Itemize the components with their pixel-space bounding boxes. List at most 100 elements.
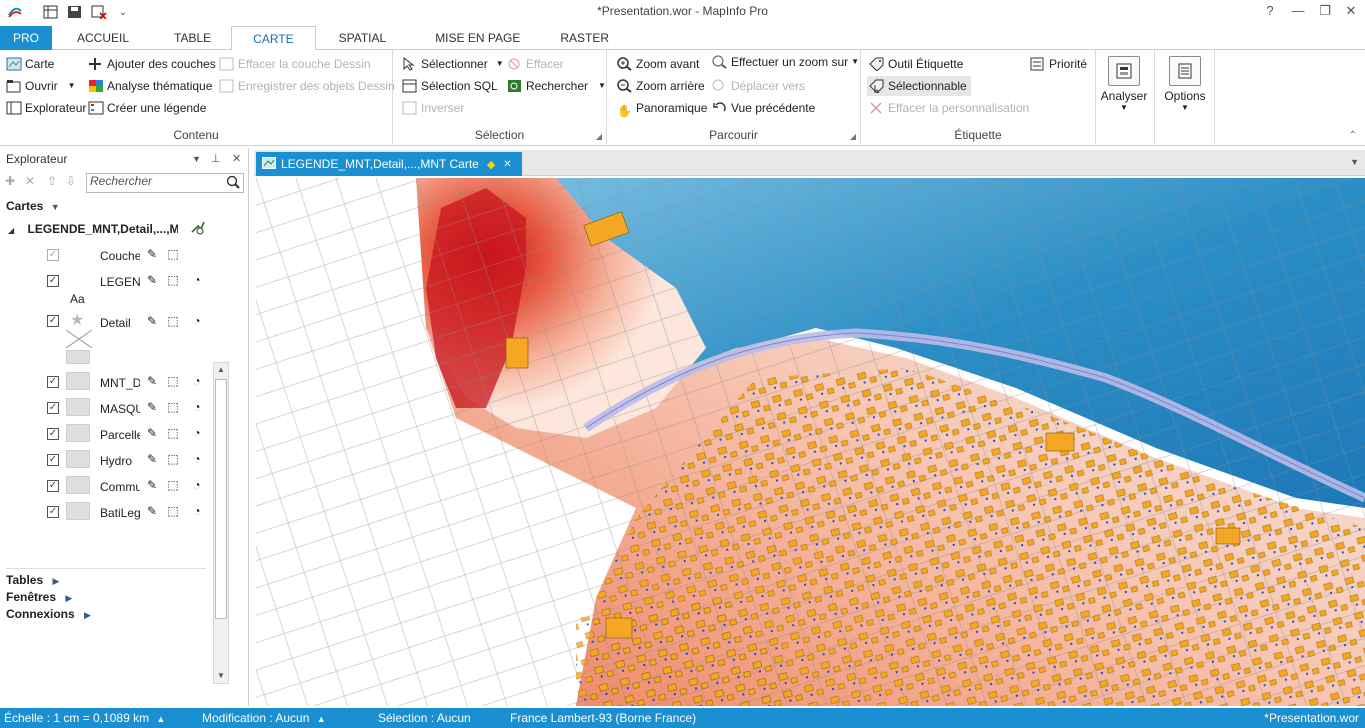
edit-pencil-icon[interactable]: ✎ [145, 374, 159, 388]
visibility-checkbox[interactable]: ✓ [47, 275, 59, 287]
edit-pencil-icon[interactable]: ✎ [145, 478, 159, 492]
close-tab-icon[interactable]: ✕ [503, 159, 511, 170]
edit-pencil-icon[interactable]: ✎ [145, 452, 159, 466]
quick-access-dropdown-icon[interactable]: ⌄ [114, 4, 132, 20]
tab-spatial[interactable]: SPATIAL [316, 26, 410, 50]
collapse-ribbon-icon[interactable]: ⌃ [1349, 130, 1357, 141]
zoom-range-icon[interactable]: ◔ [190, 426, 204, 440]
selectable-icon[interactable]: ⬚ [166, 504, 180, 518]
selectable-icon[interactable]: ⬚ [166, 374, 180, 388]
inverser-button[interactable]: Inverser [402, 98, 464, 118]
effacer-selection-button[interactable]: Effacer [507, 54, 564, 74]
layer-row[interactable]: ✓ Hydro ✎ ⬚ ◔ [0, 447, 230, 473]
visibility-checkbox[interactable]: ✓ [47, 402, 59, 414]
tab-mise-en-page[interactable]: MISE EN PAGE [409, 26, 546, 50]
analyser-button[interactable]: Analyser ▼ [1098, 56, 1150, 112]
save-icon[interactable] [66, 4, 84, 20]
selectionner-button[interactable]: Sélectionner ▼ [402, 54, 504, 74]
selectable-icon[interactable]: ⬚ [166, 426, 180, 440]
restore-button[interactable]: ❐ [1311, 3, 1339, 21]
tab-list-dropdown-icon[interactable]: ▼ [1350, 157, 1359, 167]
zoom-range-icon[interactable]: ◔ [190, 478, 204, 492]
zoom-range-icon[interactable]: ◔ [190, 400, 204, 414]
scroll-thumb[interactable] [215, 379, 227, 619]
selectable-icon[interactable]: ⬚ [166, 247, 180, 261]
help-icon[interactable]: ? [1256, 3, 1284, 21]
visibility-checkbox[interactable]: ✓ [47, 249, 59, 261]
edit-pencil-icon[interactable]: ✎ [145, 426, 159, 440]
map-canvas[interactable] [256, 178, 1365, 706]
zoom-arriere-button[interactable]: Zoom arrière [617, 76, 705, 96]
zoom-range-icon[interactable]: ◔ [190, 452, 204, 466]
explorer-search-input[interactable]: Rechercher [86, 173, 244, 193]
tab-accueil[interactable]: ACCUEIL [52, 26, 154, 50]
selectable-icon[interactable]: ⬚ [166, 478, 180, 492]
close-panel-icon[interactable]: ✕ [232, 148, 241, 170]
options-button[interactable]: Options ▼ [1159, 56, 1211, 112]
layer-row[interactable]: ✓ Parcelle ✎ ⬚ ◔ [0, 421, 230, 447]
zoom-range-icon[interactable]: ◔ [190, 273, 204, 287]
map-document-tab[interactable]: LEGENDE_MNT,Detail,...,MNT Carte ◆ ✕ [256, 152, 522, 176]
vue-precedente-button[interactable]: Vue précédente [712, 98, 815, 118]
visibility-checkbox[interactable]: ✓ [47, 315, 59, 327]
selectable-icon[interactable]: ⬚ [166, 273, 180, 287]
map-settings-icon[interactable] [190, 220, 206, 239]
pin-icon[interactable]: ⊥ [211, 148, 221, 170]
close-table-icon[interactable] [90, 4, 108, 20]
zoom-range-icon[interactable]: ◔ [190, 504, 204, 518]
chevron-up-icon[interactable]: ▲ [156, 714, 165, 724]
map-tree-node[interactable]: ◢ LEGENDE_MNT,Detail,...,M [8, 222, 178, 236]
enregistrer-objets-button[interactable]: Enregistrer des objets Dessin [219, 76, 395, 96]
visibility-checkbox[interactable]: ✓ [47, 480, 59, 492]
edit-pencil-icon[interactable]: ✎ [145, 314, 159, 328]
outil-etiquette-button[interactable]: Outil Étiquette [869, 54, 963, 74]
panel-menu-icon[interactable]: ▼ [192, 148, 201, 170]
tables-section[interactable]: Tables ▶ [6, 573, 59, 587]
app-logo-icon[interactable] [6, 4, 24, 20]
selectable-icon[interactable]: ⬚ [166, 400, 180, 414]
zoom-range-icon[interactable]: ◔ [190, 314, 204, 328]
edit-pencil-icon[interactable]: ✎ [145, 247, 159, 261]
pin-tab-icon[interactable]: ◆ [487, 158, 495, 171]
modification-status[interactable]: Modification : Aucun ▲ [202, 711, 326, 725]
selection-sql-button[interactable]: Sélection SQL [402, 76, 498, 96]
new-table-icon[interactable] [42, 4, 60, 20]
edit-pencil-icon[interactable]: ✎ [145, 400, 159, 414]
collapse-icon[interactable]: ▼ [51, 202, 60, 212]
remove-layer-icon[interactable]: ✕ [25, 174, 35, 188]
expand-icon[interactable]: ▶ [52, 576, 59, 586]
move-up-icon[interactable]: ⇧ [47, 174, 57, 188]
tab-raster[interactable]: RASTER [546, 26, 623, 50]
selectionnable-button[interactable]: Sélectionnable [867, 76, 971, 96]
scale-status[interactable]: Échelle : 1 cm = 0,1089 km ▲ [4, 711, 165, 725]
layer-row[interactable]: ✓ MASQU ✎ ⬚ ◔ [0, 395, 230, 421]
expand-icon[interactable]: ▶ [84, 610, 91, 620]
fenetres-section[interactable]: Fenêtres ▶ [6, 590, 72, 604]
visibility-checkbox[interactable]: ✓ [47, 506, 59, 518]
rechercher-button[interactable]: Rechercher ▼ [507, 76, 606, 96]
add-layer-icon[interactable]: ✚ [5, 174, 15, 188]
tab-pro[interactable]: PRO [0, 26, 53, 50]
explorer-scrollbar[interactable]: ▲ ▼ [213, 362, 229, 684]
explorateur-button[interactable]: Explorateur [6, 98, 86, 118]
visibility-checkbox[interactable]: ✓ [47, 454, 59, 466]
minimize-button[interactable]: — [1284, 3, 1312, 21]
priorite-button[interactable]: Priorité [1030, 54, 1087, 74]
expand-icon[interactable]: ▶ [65, 593, 72, 603]
layer-row[interactable]: ✓ MNT_D ✎ ⬚ ◔ [0, 369, 230, 395]
layer-row[interactable]: ✓ ★ Detail ✎ ⬚ ◔ [0, 308, 230, 368]
zoom-range-icon[interactable]: ◔ [190, 374, 204, 388]
close-button[interactable]: ✕ [1337, 3, 1365, 21]
ajouter-couches-button[interactable]: Ajouter des couches [88, 54, 216, 74]
creer-legende-button[interactable]: Créer une légende [88, 98, 206, 118]
edit-pencil-icon[interactable]: ✎ [145, 504, 159, 518]
cartes-section[interactable]: Cartes ▼ [6, 199, 60, 213]
tab-table[interactable]: TABLE [154, 26, 231, 50]
layer-row[interactable]: ✓ Commu ✎ ⬚ ◔ [0, 473, 230, 499]
panoramique-button[interactable]: ✋ Panoramique [617, 98, 707, 118]
tree-expand-icon[interactable]: ◢ [8, 226, 14, 235]
scroll-up-icon[interactable]: ▲ [214, 363, 228, 377]
selectable-icon[interactable]: ⬚ [166, 452, 180, 466]
zoom-sur-button[interactable]: Effectuer un zoom sur ▼ [712, 52, 859, 72]
edit-pencil-icon[interactable]: ✎ [145, 273, 159, 287]
